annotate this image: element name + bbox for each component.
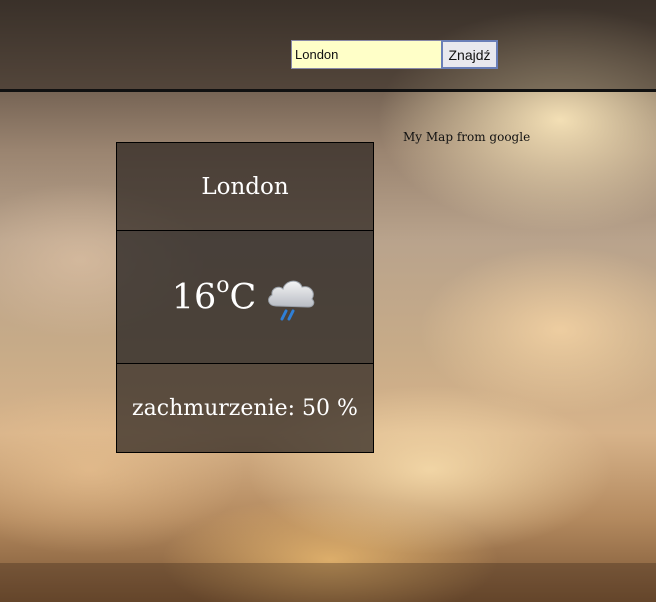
temperature-row: 16oC [172, 272, 319, 322]
rain-cloud-icon [268, 280, 315, 321]
temperature-value: 16oC [171, 272, 257, 318]
city-name: London [116, 142, 374, 231]
top-bar: Znajdź [0, 0, 656, 92]
temperature-panel: 16oC [116, 231, 374, 364]
cloudiness: zachmurzenie: 50 % [116, 364, 374, 453]
bottom-band [0, 563, 656, 602]
find-button[interactable]: Znajdź [441, 40, 498, 69]
search-form: Znajdź [291, 40, 498, 69]
city-search-input[interactable] [291, 40, 441, 69]
weather-card: London 16oC zachmurzenie: 50 % [116, 142, 374, 453]
map-placeholder: My Map from google [403, 130, 531, 144]
